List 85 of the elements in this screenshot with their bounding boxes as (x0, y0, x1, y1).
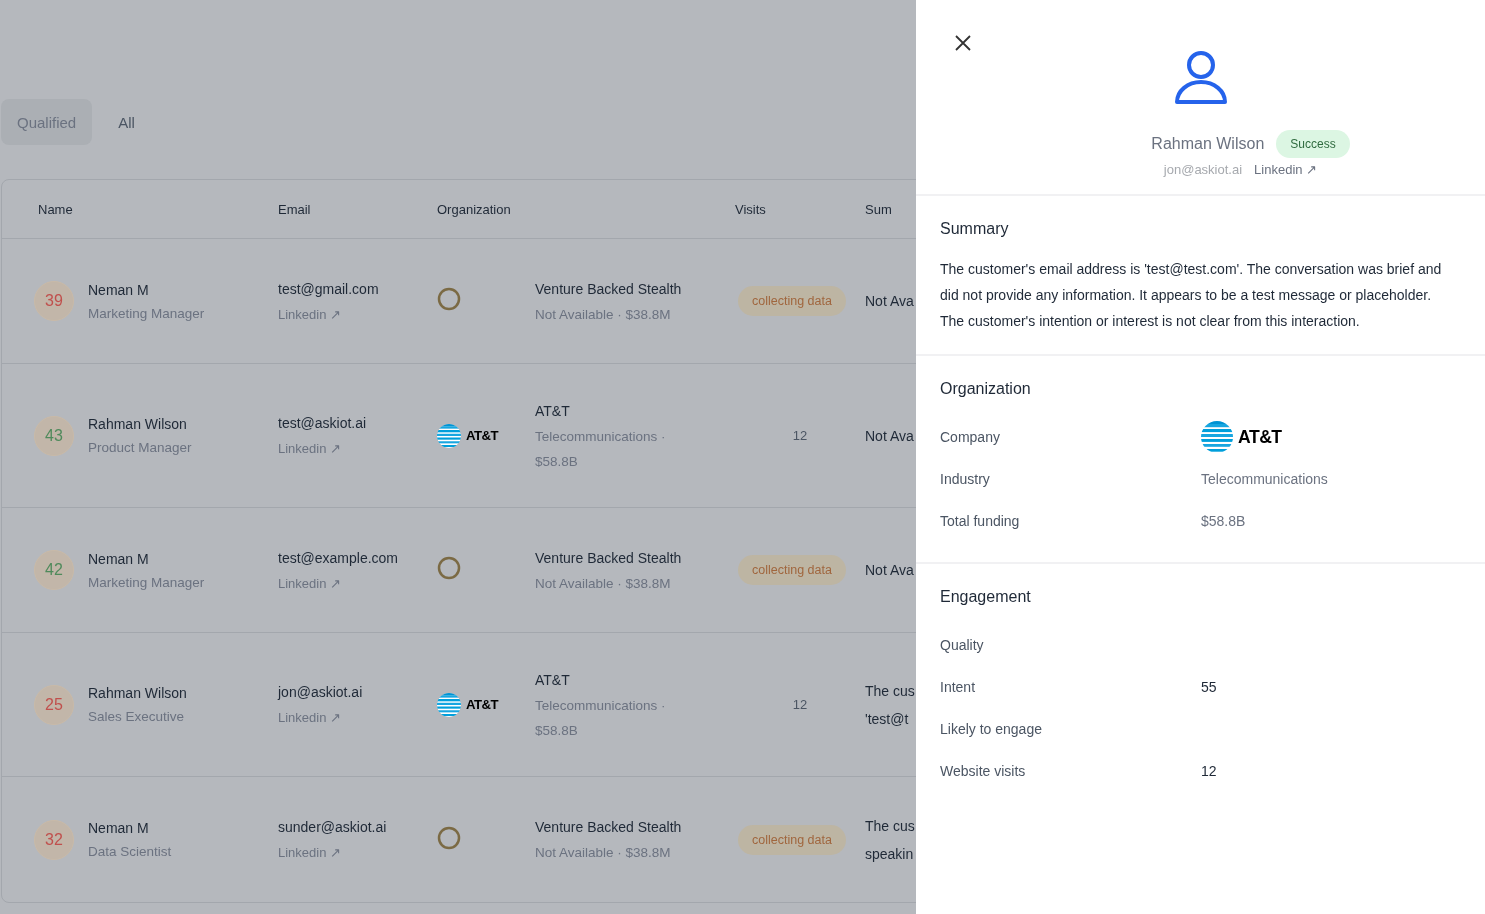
linkedin-link[interactable]: Linkedin ↗ (278, 306, 437, 322)
score-badge: 39 (34, 281, 74, 321)
email-text: jon@askiot.ai (278, 684, 364, 700)
job-title: Sales Executive (88, 709, 186, 724)
ring-icon (437, 287, 461, 311)
lead-name: Rahman Wilson (88, 416, 188, 432)
column-header: Visits (735, 201, 767, 217)
column-header: Sum (865, 201, 893, 217)
ring-icon (437, 556, 461, 580)
lead-name: Neman M (88, 550, 150, 567)
email-text: test@gmail.com (278, 280, 380, 297)
section-heading: Organization (940, 380, 1032, 398)
score-badge: 43 (34, 415, 74, 456)
email-text: test@example.com (278, 549, 400, 566)
job-title: Marketing Manager (88, 574, 205, 590)
summary-text: 'test@t (865, 710, 910, 727)
company-logo-text: AT&T (1238, 426, 1282, 448)
visits-count: 12 (792, 697, 808, 712)
job-title: Marketing Manager (88, 305, 205, 321)
summary-text: Not Ava (865, 562, 915, 578)
field-label: Company (940, 429, 1001, 445)
lead-name: Neman M (88, 820, 150, 836)
column-header: Email (278, 201, 312, 217)
globe-icon (437, 692, 461, 717)
linkedin-link[interactable]: Linkedin ↗ (278, 441, 437, 456)
company-logo-text: AT&T (466, 428, 499, 443)
linkedin-link[interactable]: Linkedin ↗ (1254, 162, 1318, 177)
field-value: 55 (1201, 679, 1218, 695)
linkedin-link[interactable]: Linkedin ↗ (278, 845, 437, 860)
score-badge: 25 (34, 684, 74, 725)
organization-details: Not Available · $38.8M (535, 306, 672, 322)
job-title: Data Scientist (88, 844, 172, 859)
column-header: Name (38, 201, 74, 217)
summary-text: The cus (865, 817, 916, 834)
section-heading: Summary (940, 220, 1010, 238)
lead-name: Rahman Wilson (88, 685, 187, 701)
organization-name: Venture Backed Stealth (535, 819, 683, 835)
company-logo-text: AT&T (466, 697, 499, 712)
status-badge: collecting data (738, 555, 846, 585)
field-value: Telecommunications (1201, 471, 1329, 487)
lead-name: Neman M (88, 281, 150, 298)
visits-count: 12 (792, 428, 808, 443)
status-badge: collecting data (738, 286, 846, 316)
organization-details: Telecommunications · (535, 428, 667, 444)
contact-email: jon@askiot.ai (1163, 162, 1243, 177)
email-text: sunder@askiot.ai (278, 819, 388, 835)
email-text: test@askiot.ai (278, 415, 368, 431)
field-label: Total funding (940, 513, 1021, 529)
score-badge: 32 (34, 819, 74, 860)
organization-details: $58.8B (535, 722, 579, 738)
organization-details: Telecommunications · (535, 697, 667, 713)
organization-details: $58.8B (535, 453, 579, 469)
job-title: Product Manager (88, 440, 192, 455)
section-heading: Engagement (940, 588, 1032, 606)
globe-icon (1201, 421, 1233, 453)
field-label: Likely to engage (940, 721, 1043, 737)
organization-details: Not Available · $38.8M (535, 575, 672, 591)
organization-name: Venture Backed Stealth (535, 549, 683, 566)
column-header: Organization (437, 201, 512, 217)
filter-tab[interactable]: All (102, 99, 151, 145)
summary-text: Not Ava (865, 427, 915, 444)
linkedin-link[interactable]: Linkedin ↗ (278, 575, 437, 591)
field-label: Quality (940, 637, 985, 653)
globe-icon (437, 423, 461, 448)
organization-name: Venture Backed Stealth (535, 280, 683, 297)
organization-name: AT&T (535, 402, 571, 419)
ring-icon (437, 825, 461, 850)
filter-tab[interactable]: Qualified (1, 99, 93, 145)
field-label: Website visits (940, 763, 1027, 779)
organization-name: AT&T (535, 671, 571, 688)
score-badge: 42 (34, 550, 74, 590)
summary-paragraph: The customer's email address is 'test@test.com'. The conversation was brief and did not provide any information. It appears to be a test message or placeholder. The customer's intention or interest is not clear from this interaction. (940, 260, 1443, 331)
user-icon (1173, 50, 1228, 106)
field-value: 12 (1201, 763, 1218, 779)
linkedin-link[interactable]: Linkedin ↗ (278, 710, 437, 725)
summary-text: The cus (865, 682, 916, 699)
field-value: $58.8B (1201, 513, 1247, 529)
field-label: Industry (940, 471, 991, 487)
summary-text: Not Ava (865, 293, 915, 309)
status-badge: Success (1276, 130, 1350, 158)
organization-details: Not Available · $38.8M (535, 845, 672, 860)
field-label: Intent (940, 679, 977, 695)
contact-name: Rahman Wilson (1151, 135, 1265, 153)
summary-text: speakin (865, 845, 915, 862)
status-badge: collecting data (738, 824, 846, 855)
